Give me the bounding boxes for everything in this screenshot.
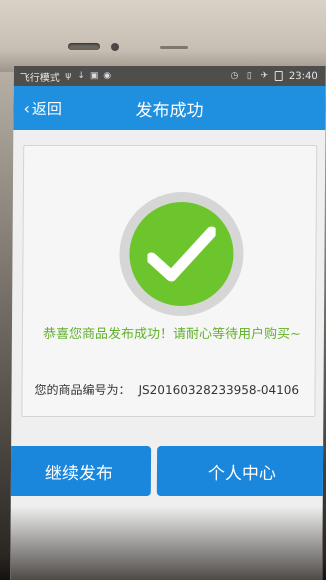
app-header: ‹ 返回 发布成功 [13, 86, 326, 130]
battery-icon [274, 71, 283, 81]
notification-icon: ◉ [103, 70, 112, 81]
phone-top-bezel [0, 0, 326, 72]
status-time: 23:40 [288, 70, 318, 82]
back-label: 返回 [31, 99, 62, 118]
status-bar: 飞行模式 ψ ↓ ▣ ◉ ◷ ▯ ✈ 23:40 [13, 66, 326, 86]
order-number-label: 您的商品编号为： [34, 383, 131, 397]
phone-frame: 飞行模式 ψ ↓ ▣ ◉ ◷ ▯ ✈ 23:40 ‹ 返回 发布成功 恭喜您商品… [0, 0, 326, 580]
result-card: 恭喜您商品发布成功！请耐心等待用户购买~ 您的商品编号为： JS201603282… [21, 145, 318, 417]
check-icon [147, 226, 216, 282]
personal-center-button[interactable]: 个人中心 [156, 446, 326, 496]
alarm-icon: ◷ [230, 70, 239, 81]
earpiece-speaker [68, 43, 100, 50]
front-camera [111, 43, 119, 51]
chevron-left-icon: ‹ [23, 98, 30, 118]
order-number-value: JS20160328233958-04106 [138, 383, 300, 397]
order-number-row: 您的商品编号为： JS20160328233958-04106 [34, 381, 310, 398]
success-badge [119, 192, 244, 316]
airplane-icon: ✈ [260, 70, 269, 81]
usb-icon: ψ [65, 70, 72, 81]
download-icon: ↓ [77, 70, 86, 81]
proximity-sensor [160, 46, 188, 49]
success-message: 恭喜您商品发布成功！请耐心等待用户购买~ [42, 327, 301, 342]
airplane-mode-label: 飞行模式 [19, 72, 60, 84]
success-circle [129, 202, 234, 306]
app-screen: 飞行模式 ψ ↓ ▣ ◉ ◷ ▯ ✈ 23:40 ‹ 返回 发布成功 恭喜您商品… [10, 66, 326, 580]
continue-publish-button[interactable]: 继续发布 [10, 446, 152, 496]
back-button[interactable]: ‹ 返回 [23, 86, 62, 130]
vibrate-icon: ▯ [246, 70, 252, 81]
screen-bottom-shadow [10, 506, 323, 580]
lock-icon: ▣ [89, 70, 99, 81]
